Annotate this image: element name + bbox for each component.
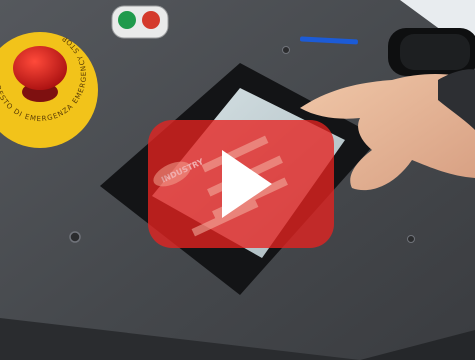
camera-lens — [388, 28, 475, 76]
emergency-stop-button[interactable] — [13, 46, 67, 90]
photo-canvas: ARRESTO DI EMERGENZA EMERGENCY STOP INDU… — [0, 0, 475, 360]
screw-icon — [407, 235, 415, 243]
red-button[interactable] — [142, 11, 160, 29]
photo-scene: ARRESTO DI EMERGENZA EMERGENCY STOP INDU… — [0, 0, 475, 360]
screw-icon — [69, 231, 81, 243]
green-button[interactable] — [118, 11, 136, 29]
screw-icon — [282, 46, 290, 54]
video-play-overlay[interactable]: INDUSTRY — [148, 120, 334, 248]
start-stop-button[interactable] — [111, 5, 169, 39]
